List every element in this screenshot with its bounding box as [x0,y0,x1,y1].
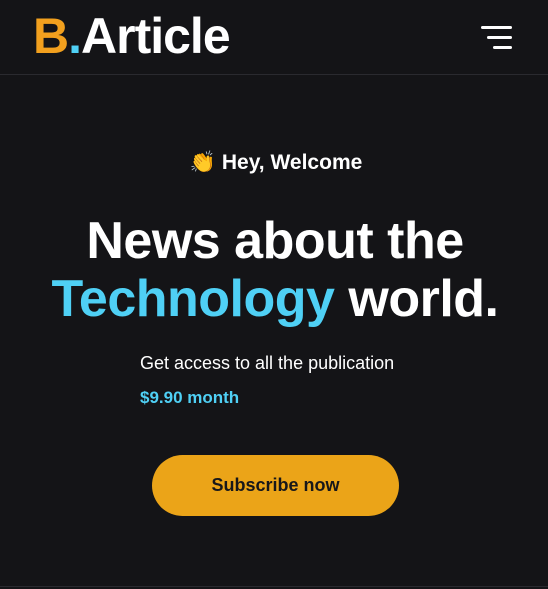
page: B.Article 👏 Hey, Welcome News about the T… [0,0,548,589]
clapping-hands-icon: 👏 [189,151,216,174]
subscription-description: Get access to all the publication [140,353,395,373]
menu-line [481,26,512,29]
menu-line [493,46,512,49]
logo-dot: . [68,8,82,64]
page-title: News about the Technology world. [0,212,548,328]
headline-rest: world. [334,270,499,328]
greeting: 👏 Hey, Welcome [0,148,548,178]
site-logo[interactable]: B.Article [33,6,231,66]
subscription-price: $9.90 month [140,388,240,407]
hamburger-menu-icon[interactable] [476,21,516,55]
greeting-text: Hey, Welcome [221,151,363,174]
site-header: B.Article [0,0,548,75]
headline-accent: Technology [51,270,335,328]
subscribe-button[interactable]: Subscribe now [152,455,399,516]
logo-letter: B [33,8,69,64]
headline-line1: News about the [86,212,464,270]
divider [0,586,548,587]
logo-word: Article [81,8,231,64]
menu-line [487,36,512,39]
